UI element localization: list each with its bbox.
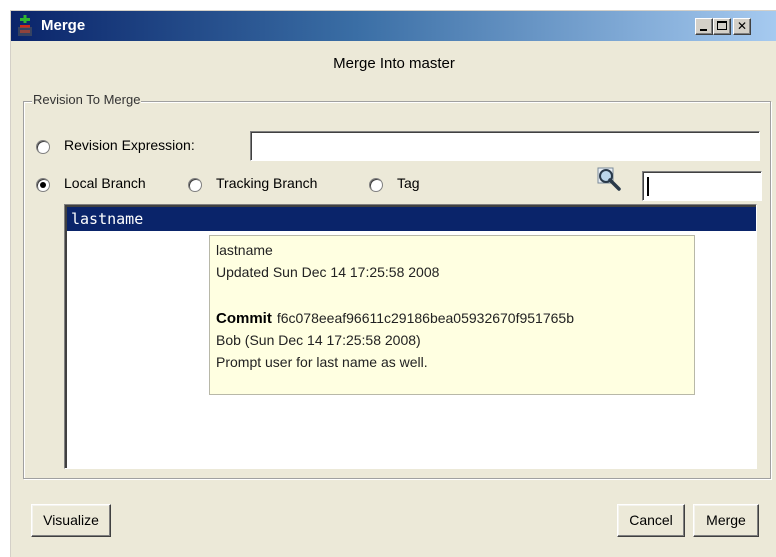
radio-revision-expression[interactable] [36, 140, 50, 154]
revision-expression-input[interactable] [250, 131, 760, 161]
radio-local-branch-label: Local Branch [64, 175, 146, 191]
close-icon: ✕ [736, 19, 748, 33]
tooltip-branch-name: lastname [216, 242, 273, 258]
tooltip-commit: Commit f6c078eeaf96611c29186bea05932670f9… [216, 310, 574, 327]
maximize-icon [717, 21, 727, 30]
visualize-button[interactable]: Visualize [31, 504, 111, 537]
tooltip-updated: Updated Sun Dec 14 17:25:58 2008 [216, 264, 440, 280]
close-button[interactable]: ✕ [733, 18, 751, 35]
text-caret [647, 177, 649, 196]
git-app-icon [18, 15, 32, 36]
title-bar[interactable]: Merge ✕ [11, 11, 776, 41]
minimize-button[interactable] [695, 18, 713, 35]
radio-tag[interactable] [369, 178, 383, 192]
minimize-icon [700, 29, 707, 31]
radio-local-branch[interactable] [36, 178, 50, 192]
radio-revision-expression-label: Revision Expression: [64, 137, 195, 153]
search-icon[interactable] [597, 167, 623, 191]
radio-tag-label: Tag [397, 175, 420, 191]
tooltip-author: Bob (Sun Dec 14 17:25:58 2008) [216, 332, 421, 348]
merge-button[interactable]: Merge [693, 504, 759, 537]
tooltip-message: Prompt user for last name as well. [216, 354, 428, 370]
cancel-button[interactable]: Cancel [617, 504, 685, 537]
group-legend: Revision To Merge [32, 92, 142, 107]
branch-name: lastname [71, 210, 144, 228]
page-title: Merge Into master [333, 55, 455, 72]
radio-tracking-branch-label: Tracking Branch [216, 175, 318, 191]
merge-dialog: Merge ✕ Merge Into master Revision To Me… [10, 10, 776, 557]
list-item[interactable]: lastname [67, 207, 756, 231]
maximize-button[interactable] [713, 18, 731, 35]
branch-tooltip: lastname Updated Sun Dec 14 17:25:58 200… [209, 235, 695, 395]
radio-tracking-branch[interactable] [188, 178, 202, 192]
branch-filter-input[interactable] [642, 171, 762, 201]
window-title: Merge [41, 17, 86, 34]
tooltip-commit-label: Commit [216, 310, 272, 327]
tooltip-commit-hash: f6c078eeaf96611c29186bea05932670f951765b [276, 310, 574, 326]
